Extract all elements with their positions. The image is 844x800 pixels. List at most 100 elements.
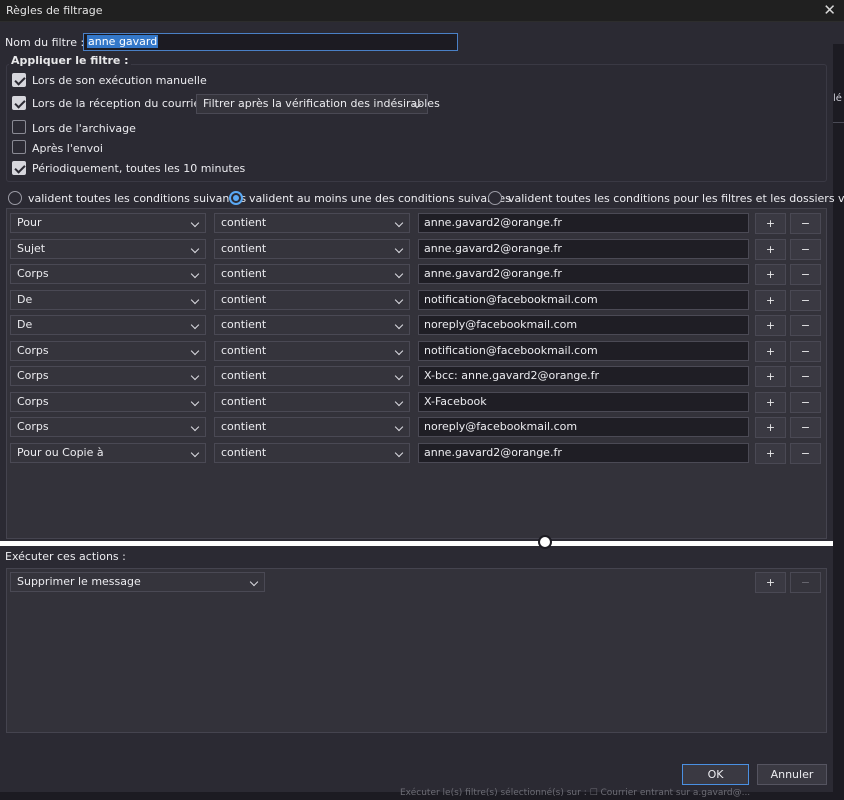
rule-field-select[interactable]: Corps xyxy=(10,264,206,284)
remove-rule-button[interactable]: − xyxy=(790,264,821,285)
rule-value-input[interactable]: notification@facebookmail.com xyxy=(418,341,749,361)
rule-field-select[interactable]: Corps xyxy=(10,392,206,412)
add-rule-button[interactable]: + xyxy=(755,341,786,362)
add-rule-button[interactable]: + xyxy=(755,366,786,387)
ok-button[interactable]: OK xyxy=(682,764,749,785)
remove-rule-button[interactable]: − xyxy=(790,443,821,464)
remove-action-button[interactable]: − xyxy=(790,572,821,593)
rule-row: Sujet contient anne.gavard2@orange.fr + … xyxy=(7,239,828,260)
chevron-down-icon xyxy=(190,448,200,458)
add-rule-button[interactable]: + xyxy=(755,417,786,438)
rule-operator-select[interactable]: contient xyxy=(214,264,410,284)
rule-value-input[interactable]: noreply@facebookmail.com xyxy=(418,315,749,335)
chevron-down-icon xyxy=(394,320,404,330)
add-rule-button[interactable]: + xyxy=(755,443,786,464)
rule-operator-select[interactable]: contient xyxy=(214,213,410,233)
match-all-label: valident toutes les conditions suivantes xyxy=(28,192,247,205)
match-virtual-radio[interactable] xyxy=(488,191,502,205)
on-receive-checkbox[interactable] xyxy=(12,96,26,110)
rule-field-select[interactable]: Corps xyxy=(10,341,206,361)
rule-row: Pour ou Copie à contient anne.gavard2@or… xyxy=(7,443,828,464)
rule-field-select[interactable]: Pour ou Copie à xyxy=(10,443,206,463)
rule-field-select[interactable]: De xyxy=(10,315,206,335)
rule-operator-select[interactable]: contient xyxy=(214,366,410,386)
add-rule-button[interactable]: + xyxy=(755,264,786,285)
rule-value-input[interactable]: X-Facebook xyxy=(418,392,749,412)
rule-field-value: De xyxy=(17,293,33,306)
filter-rules-dialog: Nom du filtre : anne gavard Appliquer le… xyxy=(0,22,844,800)
rule-field-value: Corps xyxy=(17,267,49,280)
chevron-down-icon xyxy=(394,244,404,254)
chevron-down-icon xyxy=(394,371,404,381)
archiving-checkbox[interactable] xyxy=(12,120,26,134)
remove-rule-button[interactable]: − xyxy=(790,417,821,438)
chevron-down-icon xyxy=(394,448,404,458)
remove-rule-button[interactable]: − xyxy=(790,315,821,336)
cancel-button[interactable]: Annuler xyxy=(757,764,827,785)
remove-rule-button[interactable]: − xyxy=(790,290,821,311)
remove-rule-button[interactable]: − xyxy=(790,341,821,362)
window-title: Règles de filtrage xyxy=(6,4,103,17)
filter-name-label: Nom du filtre : xyxy=(5,36,85,49)
rule-operator-select[interactable]: contient xyxy=(214,341,410,361)
add-rule-button[interactable]: + xyxy=(755,290,786,311)
rule-operator-value: contient xyxy=(221,369,267,382)
rule-field-select[interactable]: Corps xyxy=(10,417,206,437)
action-value: Supprimer le message xyxy=(17,575,141,588)
action-select[interactable]: Supprimer le message xyxy=(10,572,265,592)
rule-field-select[interactable]: Sujet xyxy=(10,239,206,259)
manual-run-label: Lors de son exécution manuelle xyxy=(32,74,207,87)
rule-operator-select[interactable]: contient xyxy=(214,392,410,412)
remove-rule-button[interactable]: − xyxy=(790,392,821,413)
rule-operator-select[interactable]: contient xyxy=(214,417,410,437)
rule-value-input[interactable]: anne.gavard2@orange.fr xyxy=(418,213,749,233)
remove-rule-button[interactable]: − xyxy=(790,366,821,387)
add-rule-button[interactable]: + xyxy=(755,213,786,234)
rule-field-value: Corps xyxy=(17,344,49,357)
chevron-down-icon xyxy=(190,371,200,381)
rule-value-input[interactable]: anne.gavard2@orange.fr xyxy=(418,239,749,259)
rule-field-value: Corps xyxy=(17,369,49,382)
rule-value-input[interactable]: anne.gavard2@orange.fr xyxy=(418,443,749,463)
rule-operator-value: contient xyxy=(221,395,267,408)
actions-label: Exécuter ces actions : xyxy=(5,550,126,563)
manual-run-checkbox[interactable] xyxy=(12,73,26,87)
rule-operator-select[interactable]: contient xyxy=(214,443,410,463)
rule-value-input[interactable]: anne.gavard2@orange.fr xyxy=(418,264,749,284)
splitter-handle[interactable] xyxy=(538,535,552,549)
chevron-down-icon xyxy=(190,244,200,254)
remove-rule-button[interactable]: − xyxy=(790,213,821,234)
rule-value-input[interactable]: notification@facebookmail.com xyxy=(418,290,749,310)
chevron-down-icon xyxy=(190,397,200,407)
chevron-down-icon xyxy=(190,295,200,305)
rule-operator-select[interactable]: contient xyxy=(214,290,410,310)
rule-value-input[interactable]: noreply@facebookmail.com xyxy=(418,417,749,437)
match-any-radio[interactable] xyxy=(229,191,243,205)
rule-operator-value: contient xyxy=(221,293,267,306)
rule-field-select[interactable]: Pour xyxy=(10,213,206,233)
remove-rule-button[interactable]: − xyxy=(790,239,821,260)
rule-operator-value: contient xyxy=(221,216,267,229)
add-rule-button[interactable]: + xyxy=(755,239,786,260)
rule-operator-select[interactable]: contient xyxy=(214,239,410,259)
match-any-label: valident au moins une des conditions sui… xyxy=(249,192,511,205)
rule-operator-select[interactable]: contient xyxy=(214,315,410,335)
chevron-down-icon xyxy=(394,218,404,228)
rule-value-input[interactable]: X-bcc: anne.gavard2@orange.fr xyxy=(418,366,749,386)
add-rule-button[interactable]: + xyxy=(755,392,786,413)
rule-row: De contient notification@facebookmail.co… xyxy=(7,290,828,311)
filter-name-input[interactable]: anne gavard xyxy=(83,33,458,51)
after-send-checkbox[interactable] xyxy=(12,140,26,154)
chevron-down-icon xyxy=(394,397,404,407)
chevron-down-icon xyxy=(190,422,200,432)
rule-field-select[interactable]: Corps xyxy=(10,366,206,386)
rule-field-value: Pour xyxy=(17,216,42,229)
add-action-button[interactable]: + xyxy=(755,572,786,593)
rule-field-select[interactable]: De xyxy=(10,290,206,310)
periodic-checkbox[interactable] xyxy=(12,161,26,175)
pane-splitter[interactable] xyxy=(0,541,833,546)
match-all-radio[interactable] xyxy=(8,191,22,205)
close-icon[interactable]: ✕ xyxy=(823,1,836,19)
add-rule-button[interactable]: + xyxy=(755,315,786,336)
receive-timing-select[interactable]: Filtrer après la vérification des indési… xyxy=(196,94,440,114)
